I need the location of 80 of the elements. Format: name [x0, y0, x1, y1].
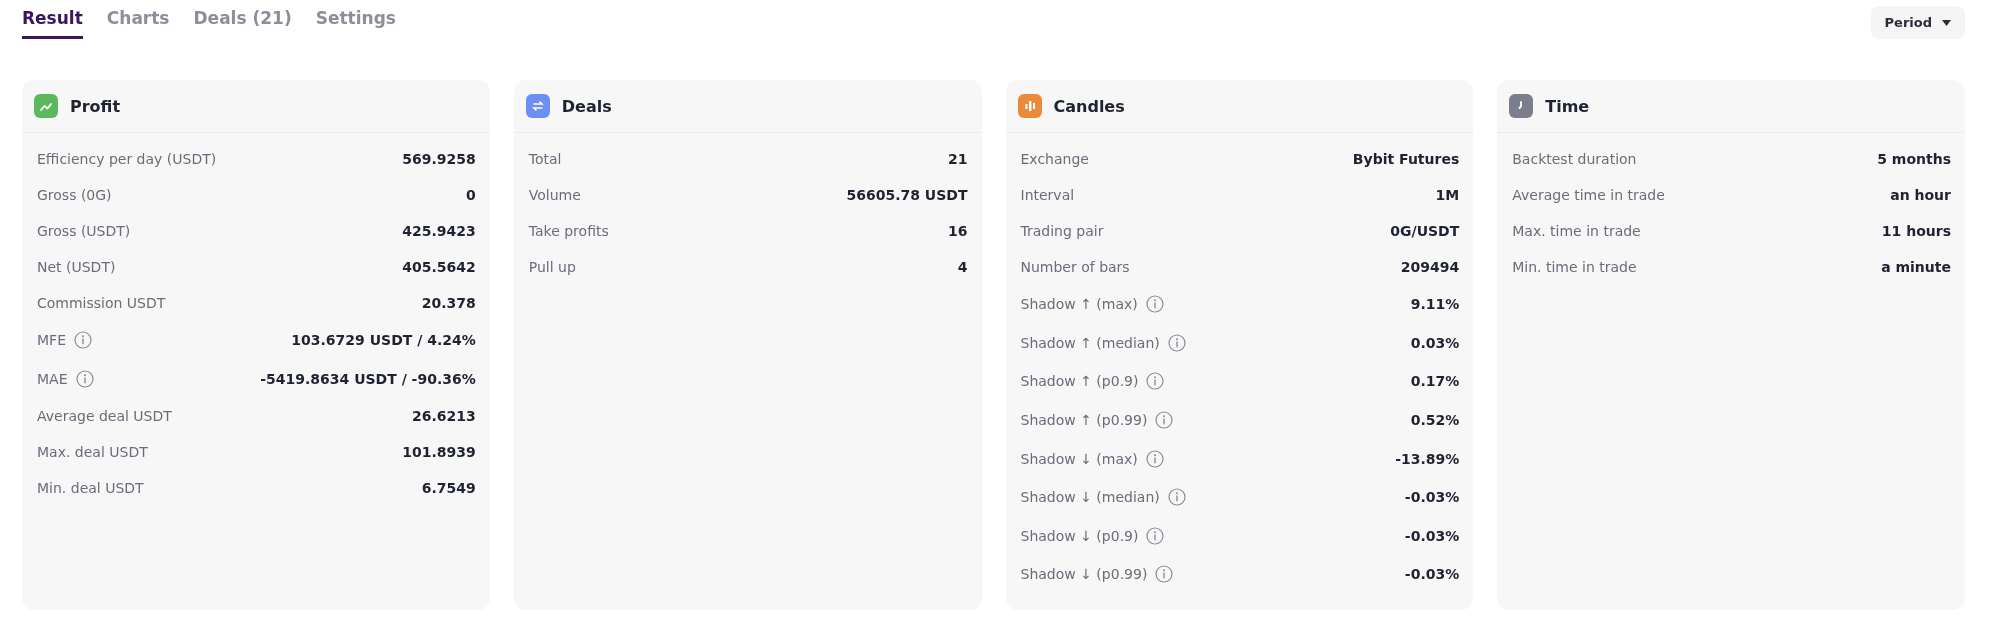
stat-value: -5419.8634 USDT / -90.36%: [260, 370, 476, 387]
info-icon[interactable]: [1167, 333, 1186, 352]
stat-value: 21: [948, 151, 968, 167]
stat-label: Average time in trade: [1512, 187, 1665, 203]
stat-value: 9.11%: [1410, 296, 1460, 313]
stat-value: 56605.78 USDT: [846, 187, 968, 203]
stat-value: -0.03%: [1404, 566, 1460, 583]
caret-icon: [1942, 19, 1951, 26]
stat-label: Shadow ↓ (median): [1020, 489, 1160, 506]
stat-value: 425.9423: [402, 223, 476, 239]
stat-label: Total: [528, 151, 562, 167]
stat-value: -0.03%: [1404, 489, 1460, 506]
stat-value: 101.8939: [402, 444, 476, 461]
stat-label: Shadow ↓ (max): [1020, 450, 1138, 467]
stat-value: 0: [466, 187, 476, 203]
stat-value: 0.03%: [1410, 334, 1460, 351]
stat-value: 569.9258: [402, 151, 476, 167]
stat-label: Gross (USDT): [37, 223, 131, 239]
stat-label: Shadow ↑ (median): [1020, 334, 1160, 351]
stat-label: Shadow ↑ (max): [1020, 296, 1138, 313]
info-icon[interactable]: [75, 369, 94, 388]
stat-value: 20.378: [421, 295, 476, 311]
info-icon[interactable]: [1155, 565, 1174, 584]
stat-label: MAE: [37, 370, 68, 387]
stat-label: Exchange: [1020, 151, 1089, 167]
info-icon[interactable]: [1146, 372, 1165, 391]
stat-value: 16: [948, 223, 968, 239]
stat-value: 0.52%: [1410, 412, 1460, 429]
info-icon[interactable]: [1146, 526, 1165, 545]
stat-label: Shadow ↓ (p0.99): [1020, 566, 1148, 583]
stat-value: Bybit Futures: [1352, 151, 1460, 167]
stat-value: -13.89%: [1395, 450, 1460, 467]
tab[interactable]: Deals (21): [193, 0, 292, 39]
stat-value: 4: [957, 259, 968, 275]
stat-label: Efficiency per day (USDT): [37, 151, 217, 167]
stat-value: 103.6729 USDT / 4.24%: [291, 332, 476, 349]
stat-value: -0.03%: [1404, 527, 1460, 544]
stat-value: a minute: [1881, 259, 1951, 275]
stat-label: Interval: [1020, 187, 1075, 203]
info-icon[interactable]: [1145, 449, 1164, 468]
stat-label: Commission USDT: [37, 295, 166, 311]
stat-label: Backtest duration: [1512, 151, 1637, 167]
tab[interactable]: Settings: [315, 0, 396, 39]
stat-label: Number of bars: [1020, 259, 1130, 275]
stat-value: 1M: [1435, 187, 1460, 203]
stat-label: Shadow ↑ (p0.99): [1020, 412, 1148, 429]
info-icon[interactable]: [1167, 488, 1186, 507]
card-title: Time: [1545, 96, 1590, 116]
stat-value: 0.17%: [1410, 373, 1460, 390]
stat-label: Shadow ↓ (p0.9): [1020, 527, 1139, 544]
stat-label: Gross (0G): [37, 187, 112, 203]
stat-label: MFE: [37, 332, 66, 349]
stat-label: Take profits: [528, 223, 609, 239]
stat-value: 26.6213: [412, 408, 476, 425]
period-dropdown[interactable]: Period: [1870, 6, 1965, 39]
stat-label: Max. deal USDT: [37, 444, 148, 461]
stat-value: 405.5642: [402, 259, 476, 275]
stat-label: Trading pair: [1020, 223, 1104, 239]
card-title: Deals: [561, 96, 612, 116]
stat-label: Shadow ↑ (p0.9): [1020, 373, 1139, 390]
stat-value: 209494: [1400, 259, 1460, 275]
card-title: Candles: [1053, 96, 1125, 116]
stat-label: Average deal USDT: [37, 408, 172, 425]
stat-value: 11 hours: [1881, 223, 1951, 239]
stat-value: an hour: [1890, 187, 1951, 203]
stat-value: 6.7549: [421, 480, 476, 497]
info-icon[interactable]: [1155, 411, 1174, 430]
stat-value: 5 months: [1877, 151, 1951, 167]
stat-label: Min. time in trade: [1512, 259, 1637, 275]
stat-value: 0G/USDT: [1390, 223, 1460, 239]
stat-label: Net (USDT): [37, 259, 116, 275]
stat-label: Volume: [528, 187, 581, 203]
stat-label: Pull up: [528, 259, 576, 275]
stat-label: Max. time in trade: [1512, 223, 1641, 239]
info-icon[interactable]: [74, 331, 92, 350]
stat-label: Min. deal USDT: [37, 480, 144, 497]
info-icon[interactable]: [1145, 295, 1164, 314]
tab[interactable]: Result: [22, 0, 83, 39]
tab[interactable]: Charts: [106, 0, 170, 39]
card-title: Profit: [70, 96, 121, 116]
